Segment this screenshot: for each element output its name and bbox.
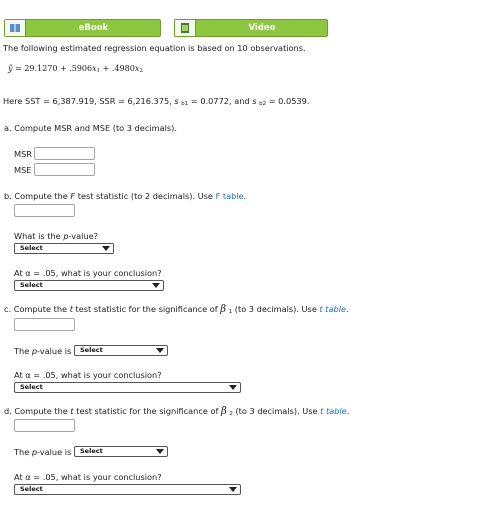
f-stat-input[interactable]: [14, 204, 75, 217]
part-b-question: b. Compute the F test statistic (to 2 de…: [4, 191, 247, 201]
part-d-alpha-question: At α = .05, what is your conclusion?: [14, 472, 162, 482]
video-label: Video: [248, 23, 276, 33]
part-d-pvalue-label: The p-value is: [14, 447, 72, 457]
mse-label: MSE: [14, 165, 32, 175]
part-b-pvalue-select[interactable]: Select: [14, 243, 114, 254]
intro-text: The following estimated regression equat…: [3, 43, 306, 53]
part-c-alpha-question: At α = .05, what is your conclusion?: [14, 370, 162, 380]
t-table-link-c[interactable]: t table: [319, 304, 346, 314]
part-b-conclusion-select[interactable]: Select: [14, 280, 164, 291]
f-table-link[interactable]: F table: [216, 191, 244, 201]
msr-input[interactable]: [34, 147, 95, 160]
t-table-link-d[interactable]: t table: [320, 406, 347, 416]
chevron-down-icon: [152, 283, 160, 288]
stats-text: Here SST = 6,387.919, SSR = 6,216.375, s…: [3, 96, 310, 107]
part-c-pvalue-label: The p-value is: [14, 346, 72, 356]
msr-label: MSR: [14, 149, 32, 159]
video-button[interactable]: Video: [174, 19, 328, 37]
chevron-down-icon: [156, 348, 164, 353]
t-stat-b2-input[interactable]: [14, 419, 75, 432]
ebook-button[interactable]: eBook: [4, 19, 161, 37]
chevron-down-icon: [156, 449, 164, 454]
chevron-down-icon: [229, 487, 237, 492]
film-icon: [175, 20, 196, 36]
part-c-pvalue-select[interactable]: Select: [74, 345, 168, 356]
t-stat-b1-input[interactable]: [14, 318, 75, 331]
part-a-question: a. Compute MSR and MSE (to 3 decimals).: [4, 123, 177, 133]
part-b-pvalue-question: What is the p-value?: [14, 231, 98, 241]
mse-input[interactable]: [34, 163, 95, 176]
part-c-question: c. Compute the t test statistic for the …: [4, 304, 349, 315]
part-c-conclusion-select[interactable]: Select: [14, 382, 241, 393]
part-d-pvalue-select[interactable]: Select: [74, 446, 168, 457]
part-b-alpha-question: At α = .05, what is your conclusion?: [14, 268, 162, 278]
chevron-down-icon: [229, 385, 237, 390]
part-d-conclusion-select[interactable]: Select: [14, 484, 241, 495]
part-d-question: d. Compute the t test statistic for the …: [4, 406, 350, 417]
ebook-label: eBook: [78, 23, 109, 33]
book-icon: [5, 20, 26, 36]
regression-equation: ŷ = 29.1270 + .5906x1 + .4980x2: [8, 64, 143, 74]
chevron-down-icon: [102, 246, 110, 251]
